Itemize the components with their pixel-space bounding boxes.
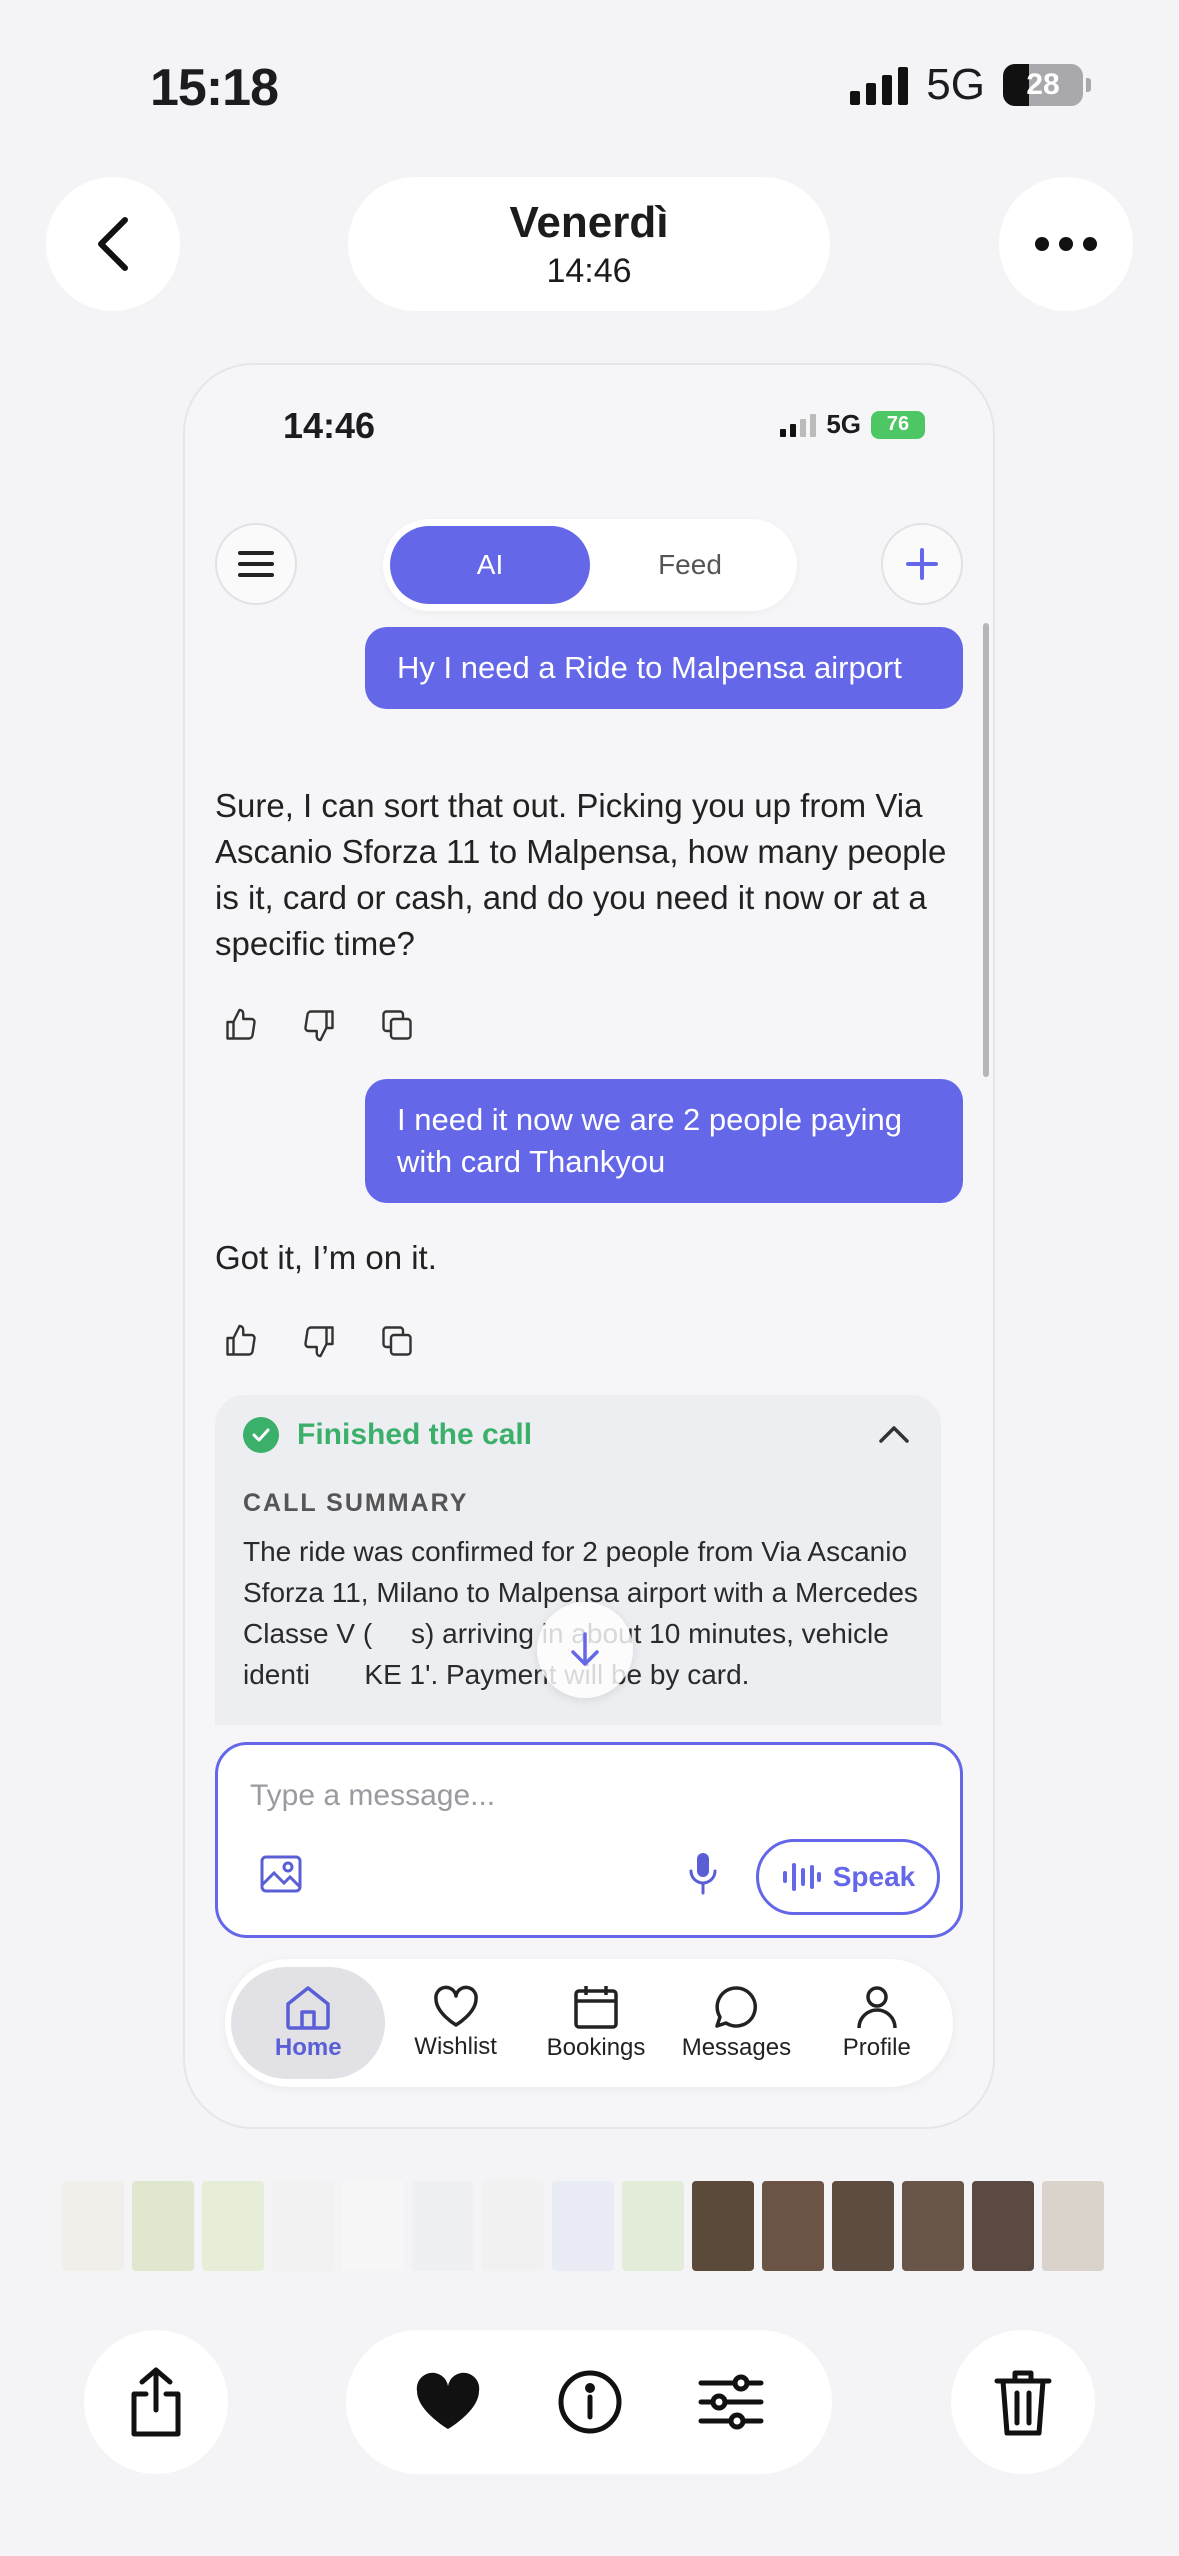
share-button[interactable]: [84, 2330, 228, 2474]
tab-bookings[interactable]: Bookings: [526, 1967, 666, 2079]
photo-thumbnail[interactable]: [692, 2181, 754, 2271]
tab-label: Profile: [842, 2034, 911, 2061]
copy-icon[interactable]: [379, 1007, 415, 1043]
chevron-up-icon[interactable]: [877, 1423, 911, 1445]
thumbnail-strip[interactable]: [62, 2180, 1104, 2272]
thumbs-up-icon[interactable]: [223, 1323, 259, 1359]
trash-icon: [994, 2370, 1052, 2436]
scroll-to-bottom-button[interactable]: [537, 1602, 633, 1698]
chat-scrollbar[interactable]: [983, 623, 989, 1077]
back-button[interactable]: [46, 177, 180, 311]
photo-day: Venerdì: [509, 197, 669, 247]
menu-button[interactable]: [215, 523, 297, 605]
message-actions: [223, 1323, 415, 1359]
message-actions: [223, 1007, 415, 1043]
tab-label: Home: [274, 2034, 342, 2061]
battery-level: 28: [1026, 68, 1060, 101]
inner-status-indicators: 5G 76: [780, 409, 925, 440]
photo-thumbnail[interactable]: [342, 2181, 404, 2271]
photo-time: 14:46: [546, 251, 632, 290]
heart-icon: [433, 1985, 478, 2027]
tab-wishlist[interactable]: Wishlist: [385, 1967, 525, 2079]
calendar-icon: [574, 1986, 618, 2029]
inner-status-time: 14:46: [283, 405, 376, 446]
photo-thumbnail[interactable]: [1042, 2181, 1104, 2271]
photo-date-title[interactable]: Venerdì 14:46: [348, 177, 830, 311]
photo-thumbnail[interactable]: [132, 2181, 194, 2271]
chat-bubble-icon: [715, 1986, 758, 2028]
checkmark-icon: [243, 1417, 279, 1453]
thumbs-down-icon[interactable]: [301, 1007, 337, 1043]
photo-thumbnail[interactable]: [202, 2181, 264, 2271]
inner-network-label: 5G: [826, 409, 861, 439]
photo-thumbnail[interactable]: [902, 2181, 964, 2271]
hamburger-icon: [238, 551, 274, 577]
user-message: Hy I need a Ride to Malpensa airport: [365, 627, 963, 709]
inner-battery-level: 76: [886, 413, 910, 435]
message-composer: Type a message... Speak: [215, 1742, 963, 1938]
assistant-message: Got it, I’m on it.: [215, 1239, 437, 1276]
tab-feed[interactable]: Feed: [590, 526, 790, 604]
heart-icon[interactable]: [413, 2371, 483, 2433]
inner-battery-icon: 76: [871, 410, 925, 439]
network-label: 5G: [926, 60, 985, 109]
photo-thumbnail[interactable]: [972, 2181, 1034, 2271]
photo-thumbnail[interactable]: [832, 2181, 894, 2271]
arrow-down-icon: [571, 1632, 599, 1666]
waveform-icon: [782, 1863, 821, 1891]
chevron-left-icon: [98, 217, 128, 271]
thumbs-up-icon[interactable]: [223, 1007, 259, 1043]
inner-signal-icon: [780, 413, 817, 437]
user-message: I need it now we are 2 people paying wit…: [365, 1079, 963, 1203]
assistant-message: Sure, I can sort that out. Picking you u…: [215, 787, 947, 962]
microphone-icon[interactable]: [688, 1851, 718, 1895]
photo-thumbnail[interactable]: [412, 2181, 474, 2271]
photo-thumbnail[interactable]: [62, 2181, 124, 2271]
call-summary-label: CALL SUMMARY: [243, 1489, 469, 1517]
message-input[interactable]: Type a message...: [250, 1779, 495, 1813]
photo-thumbnail[interactable]: [482, 2181, 544, 2271]
new-chat-button[interactable]: [881, 523, 963, 605]
tab-profile[interactable]: Profile: [807, 1967, 947, 2079]
ellipsis-icon: [1035, 237, 1097, 251]
speak-button[interactable]: Speak: [756, 1839, 940, 1915]
bottom-tab-bar: Home Wishlist Bookings Messages Profile: [225, 1959, 953, 2087]
photo-thumbnail[interactable]: [622, 2181, 684, 2271]
photo-thumbnail[interactable]: [272, 2181, 334, 2271]
mode-switch: AI Feed: [383, 519, 797, 611]
more-button[interactable]: [999, 177, 1133, 311]
photo-thumbnail[interactable]: [762, 2181, 824, 2271]
photo-actions: [346, 2330, 832, 2474]
home-icon: [286, 1986, 330, 2030]
call-status[interactable]: Finished the call: [243, 1417, 532, 1453]
info-icon[interactable]: [557, 2369, 623, 2435]
sliders-icon[interactable]: [697, 2373, 765, 2431]
status-time: 15:18: [150, 59, 279, 117]
tab-label: Wishlist: [414, 2033, 497, 2060]
call-status-label: Finished the call: [297, 1418, 533, 1451]
photo-screenshot: 14:46 5G 76 AI Feed Hy I need a Ride to …: [183, 363, 995, 2129]
photo-thumbnail[interactable]: [552, 2181, 614, 2271]
plus-icon: [906, 548, 938, 580]
share-icon: [131, 2367, 181, 2437]
thumbs-down-icon[interactable]: [301, 1323, 337, 1359]
speak-label: Speak: [832, 1861, 916, 1892]
battery-icon: 28: [1003, 64, 1091, 106]
image-icon[interactable]: [260, 1855, 302, 1893]
tab-ai[interactable]: AI: [390, 526, 590, 604]
tab-home[interactable]: Home: [231, 1967, 386, 2079]
tab-label: Messages: [681, 2034, 792, 2061]
tab-messages[interactable]: Messages: [666, 1967, 806, 2079]
person-icon: [857, 1986, 897, 2029]
signal-icon: [850, 65, 909, 105]
copy-icon[interactable]: [379, 1323, 415, 1359]
delete-button[interactable]: [951, 2330, 1095, 2474]
tab-label: Bookings: [546, 2034, 646, 2061]
status-indicators: 5G 28: [850, 60, 1091, 110]
